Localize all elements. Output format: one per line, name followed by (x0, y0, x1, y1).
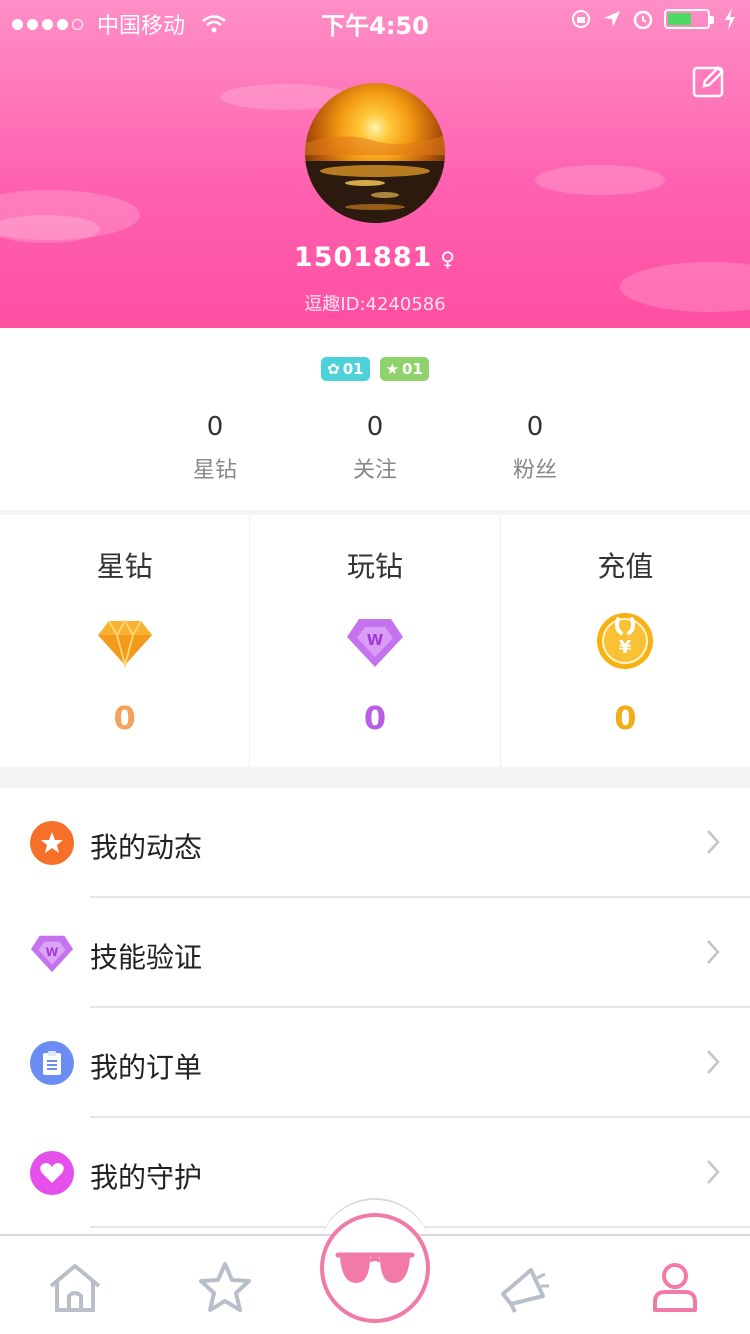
charging-icon (725, 8, 735, 30)
stat-following[interactable]: 0 关注 (315, 412, 435, 484)
menu-item-my-orders[interactable]: 我的订单 (0, 1008, 750, 1118)
profile-icon[interactable] (645, 1258, 705, 1318)
menu-item-my-posts[interactable]: 我的动态 (0, 788, 750, 898)
menu-item-skill-verify[interactable]: W 技能验证 (0, 898, 750, 1008)
rotation-lock-icon (572, 10, 590, 28)
center-tab-button[interactable] (320, 1213, 430, 1323)
wallet-panel: 星钻 0 玩钻 W 0 充值 ¥ 0 (0, 515, 750, 767)
chevron-right-icon (707, 940, 720, 964)
username: 1501881 ♀ (293, 242, 457, 273)
wallet-play-diamond[interactable]: 玩钻 W 0 (250, 515, 501, 767)
heart-icon (30, 1151, 74, 1195)
recharge-coin-icon: ¥ (597, 613, 654, 669)
stats-panel: ✿ 01 ★ 01 0 星钻 0 关注 0 粉丝 (0, 328, 750, 510)
female-icon: ♀ (440, 247, 457, 271)
chevron-right-icon (707, 830, 720, 854)
star-icon: ★ (385, 360, 400, 378)
gold-diamond-icon (97, 618, 152, 669)
stat-star-diamond[interactable]: 0 星钻 (155, 412, 275, 484)
purple-diamond-icon: W (30, 931, 74, 975)
svg-text:W: W (367, 631, 384, 649)
location-icon (604, 11, 620, 27)
megaphone-icon[interactable] (495, 1258, 555, 1318)
rank-badge: ★ 01 (379, 357, 429, 381)
flower-icon: ✿ (327, 360, 340, 378)
edit-profile-icon[interactable] (692, 64, 726, 98)
user-id: 逗趣ID:4240586 (304, 294, 446, 315)
chevron-right-icon (707, 1050, 720, 1074)
wallet-recharge[interactable]: 充值 ¥ 0 (501, 515, 750, 767)
cloud-decoration (0, 215, 100, 243)
status-bar: 中国移动 下午4:50 (0, 0, 750, 40)
profile-header: 中国移动 下午4:50 1501881 ♀ 逗趣ID:4240586 (0, 0, 750, 328)
clipboard-icon (30, 1041, 74, 1085)
star-icon (30, 821, 74, 865)
home-icon[interactable] (45, 1258, 105, 1318)
battery-icon (664, 9, 714, 29)
svg-text:¥: ¥ (619, 637, 632, 658)
stat-fans[interactable]: 0 粉丝 (475, 412, 595, 484)
star-icon[interactable] (195, 1258, 255, 1318)
wallet-star-diamond[interactable]: 星钻 0 (0, 515, 251, 767)
chevron-right-icon (707, 1160, 720, 1184)
svg-text:W: W (46, 945, 59, 959)
alarm-icon (633, 10, 653, 30)
avatar[interactable] (305, 83, 445, 223)
cloud-decoration (535, 165, 665, 195)
level-badge: ✿ 01 (321, 357, 370, 381)
sunglasses-icon (335, 1252, 415, 1283)
purple-diamond-icon: W (346, 619, 403, 667)
menu-list: 我的动态 W 技能验证 我的订单 我的守护 (0, 788, 750, 1238)
